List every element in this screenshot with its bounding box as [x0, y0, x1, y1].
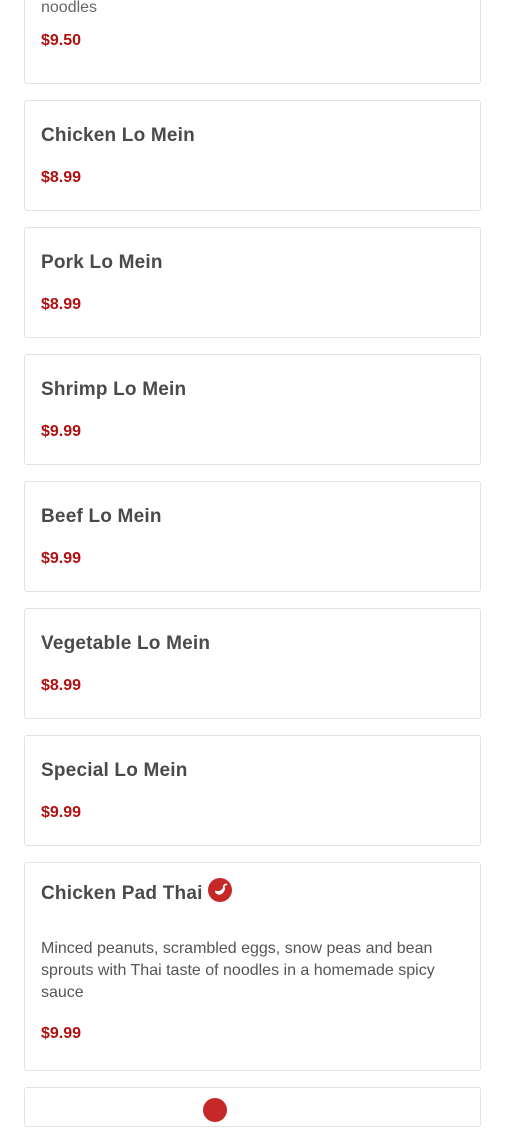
menu-item-name: Pork Lo Mein — [41, 252, 163, 273]
menu-item-price: $8.99 — [41, 169, 82, 186]
menu-item-price: $9.50 — [41, 32, 82, 49]
menu-item-card[interactable]: Shrimp Lo Mein $9.99 — [24, 354, 481, 465]
menu-item-card[interactable]: noodles $9.50 — [24, 0, 481, 84]
menu-item-name: Special Lo Mein — [41, 760, 188, 781]
menu-item-name: Chicken Pad Thai — [41, 883, 203, 904]
menu-item-price: $8.99 — [41, 296, 82, 313]
menu-item-price: $8.99 — [41, 677, 82, 694]
menu-item-name: Vegetable Lo Mein — [41, 633, 211, 654]
chili-pepper-icon — [207, 878, 232, 902]
menu-item-card[interactable]: Beef Lo Mein $9.99 — [24, 481, 481, 592]
menu-item-card[interactable]: Special Lo Mein $9.99 — [24, 735, 481, 846]
menu-item-card[interactable]: Pork Lo Mein $8.99 — [24, 227, 481, 338]
menu-item-card[interactable] — [24, 1087, 481, 1127]
menu-item-name: Beef Lo Mein — [41, 506, 162, 527]
menu-item-price: $9.99 — [41, 423, 82, 440]
menu-item-name: Shrimp Lo Mein — [41, 379, 187, 400]
chili-pepper-icon — [203, 1098, 227, 1122]
menu-item-name: Chicken Lo Mein — [41, 125, 195, 146]
menu-item-card[interactable]: Chicken Pad Thai Minced peanuts, scrambl… — [24, 862, 481, 1071]
menu-item-description: noodles — [41, 0, 98, 16]
menu-item-description: Minced peanuts, scrambled eggs, snow pea… — [41, 940, 435, 1001]
menu-item-card[interactable]: Chicken Lo Mein $8.99 — [24, 100, 481, 211]
menu-item-price: $9.99 — [41, 1025, 82, 1042]
menu-item-name-row: Chicken Pad Thai — [41, 878, 464, 906]
menu-item-price: $9.99 — [41, 550, 82, 567]
menu-item-card[interactable]: Vegetable Lo Mein $8.99 — [24, 608, 481, 719]
menu-item-price: $9.99 — [41, 804, 82, 821]
menu-item-list: noodles $9.50 Chicken Lo Mein $8.99 Pork… — [24, 0, 481, 1143]
